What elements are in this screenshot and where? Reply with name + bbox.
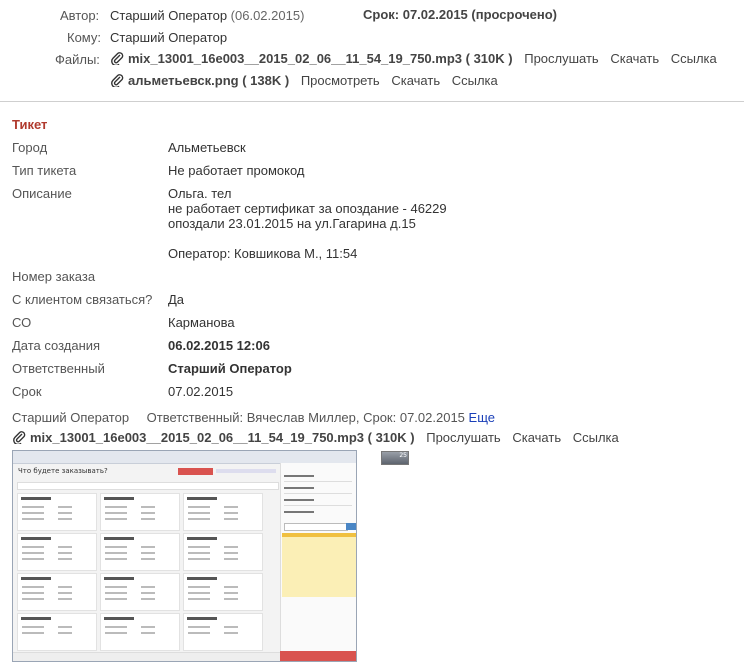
comment-author: Старший Оператор — [12, 410, 130, 425]
field-label: Номер заказа — [12, 269, 96, 284]
thumbnail-red-bar — [280, 651, 356, 661]
thumbnail-row — [284, 493, 352, 494]
thumbnail-card — [100, 533, 180, 571]
thumbnail-card — [183, 493, 263, 531]
thumbnail-card — [17, 533, 97, 571]
thumbnail-input — [284, 523, 348, 531]
thumbnail-tabs — [216, 469, 276, 473]
thumbnail-input-button — [346, 523, 356, 530]
download-link[interactable]: Скачать — [512, 430, 561, 445]
field-label: Ответственный — [12, 361, 105, 376]
field-label: Срок — [12, 384, 42, 399]
field-label: Описание — [12, 186, 72, 201]
description-line: опоздали 23.01.2015 на ул.Гагарина д.15 — [168, 216, 416, 231]
thumbnail-search — [17, 482, 279, 490]
field-value: 07.02.2015 — [168, 384, 234, 399]
file-row-png: альметьевск.png ( 138K ) Просмотреть Ска… — [110, 73, 498, 88]
file-name[interactable]: mix_13001_16e003__2015_02_06__11_54_19_7… — [128, 51, 462, 66]
file-size: ( 138K ) — [242, 73, 290, 88]
thumbnail-row — [284, 505, 352, 506]
files-label: Файлы: — [55, 52, 100, 67]
file-row-mp3: mix_13001_16e003__2015_02_06__11_54_19_7… — [110, 51, 717, 66]
description-line: не работает сертификат за опоздание - 46… — [168, 201, 447, 216]
description-line: Ольга. тел — [168, 186, 232, 201]
download-link[interactable]: Скачать — [610, 51, 659, 66]
field-value: Старший Оператор — [168, 361, 292, 376]
thumbnail-card — [17, 613, 97, 651]
thumbnail-card — [100, 493, 180, 531]
share-link[interactable]: Ссылка — [452, 73, 498, 88]
deadline-overdue: Срок: 07.02.2015 (просрочено) — [363, 7, 557, 22]
paperclip-icon — [111, 52, 124, 65]
thumbnail-row-text — [284, 499, 314, 501]
field-value: 06.02.2015 12:06 — [168, 338, 270, 353]
field-value: Не работает промокод — [168, 163, 305, 178]
thumbnail-card — [17, 493, 97, 531]
field-label: Дата создания — [12, 338, 101, 353]
listen-link[interactable]: Прослушать — [524, 51, 599, 66]
author-label: Автор: — [60, 8, 100, 23]
view-link[interactable]: Просмотреть — [301, 73, 380, 88]
thumbnail-row-text — [284, 487, 314, 489]
thumbnail-red-button — [178, 468, 213, 475]
listen-link[interactable]: Прослушать — [426, 430, 501, 445]
comment-meta: Старший Оператор Ответственный: Вячеслав… — [12, 410, 495, 425]
file-row-mp3-comment: mix_13001_16e003__2015_02_06__11_54_19_7… — [12, 430, 619, 445]
paperclip-icon — [13, 431, 26, 444]
field-label: Город — [12, 140, 48, 155]
comment-info: Ответственный: Вячеслав Миллер, Срок: 07… — [146, 410, 465, 425]
field-label: СО — [12, 315, 32, 330]
file-size: ( 310K ) — [367, 430, 415, 445]
paperclip-icon — [111, 74, 124, 87]
thumbnail-card — [100, 613, 180, 651]
file-size: ( 310K ) — [465, 51, 513, 66]
field-value: Карманова — [168, 315, 235, 330]
field-label: С клиентом связаться? — [12, 292, 153, 307]
divider — [0, 101, 744, 102]
share-link[interactable]: Ссылка — [671, 51, 717, 66]
share-link[interactable]: Ссылка — [573, 430, 619, 445]
download-link[interactable]: Скачать — [391, 73, 440, 88]
thumbnail-card — [183, 613, 263, 651]
thumbnail-row — [284, 481, 352, 482]
thumbnail-row-text — [284, 511, 314, 513]
author-name: Старший Оператор (06.02.2015) — [110, 8, 305, 23]
ticket-heading: Тикет — [12, 117, 48, 132]
file-name[interactable]: альметьевск.png — [128, 73, 239, 88]
thumbnail-card — [17, 573, 97, 611]
screenshot-thumbnail[interactable]: Что будете заказывать? — [12, 450, 357, 662]
thumbnail-title: Что будете заказывать? — [18, 467, 108, 475]
image-thumbnail-small[interactable]: 25 — [381, 451, 409, 465]
to-label: Кому: — [67, 30, 101, 45]
description-line: Оператор: Ковшикова М., 11:54 — [168, 246, 358, 261]
field-label: Тип тикета — [12, 163, 77, 178]
thumbnail-label: 25 — [399, 452, 407, 459]
more-link[interactable]: Еще — [469, 410, 495, 425]
thumbnail-yellow-panel — [282, 533, 356, 597]
thumbnail-card — [100, 573, 180, 611]
thumbnail-card — [183, 573, 263, 611]
field-value: Альметьевск — [168, 140, 246, 155]
field-value: Да — [168, 292, 185, 307]
thumbnail-row-text — [284, 475, 314, 477]
file-name[interactable]: mix_13001_16e003__2015_02_06__11_54_19_7… — [30, 430, 364, 445]
to-value: Старший Оператор — [110, 30, 228, 45]
thumbnail-card — [183, 533, 263, 571]
